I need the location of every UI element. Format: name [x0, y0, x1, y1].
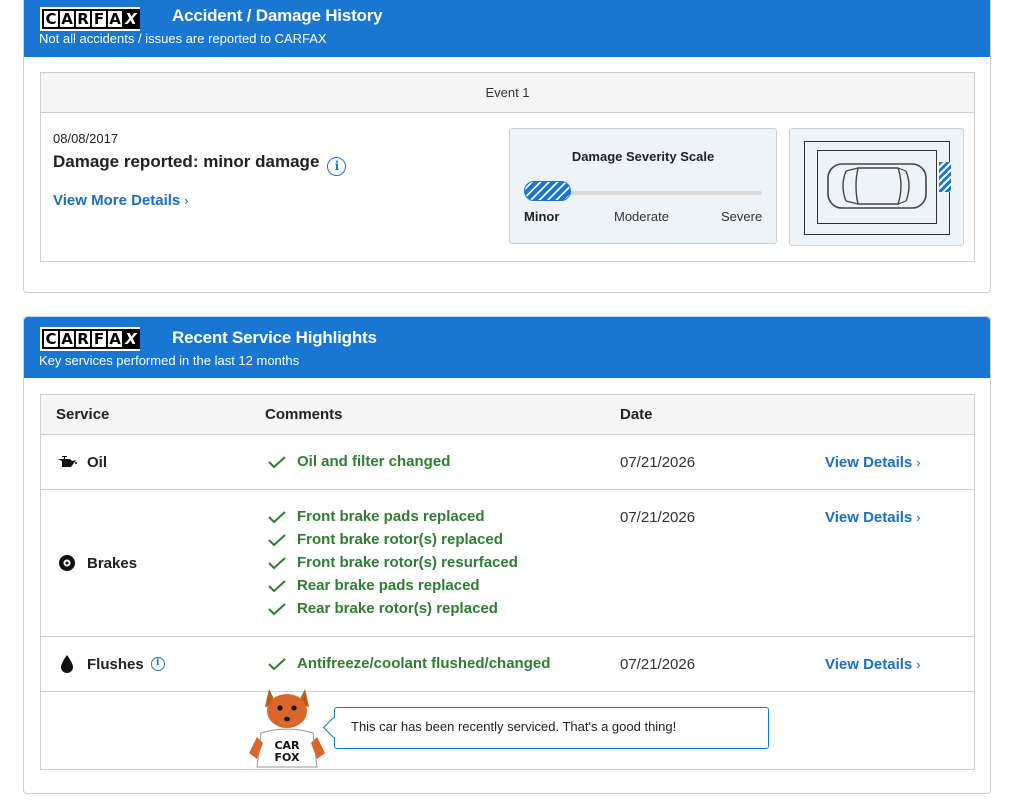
- comment-text: Antifreeze/coolant flushed/changed: [297, 655, 551, 672]
- accident-card-header: C A R F A X Accident / Damage History No…: [24, 0, 990, 57]
- fluid-drop-icon: [57, 654, 77, 674]
- comment-item: Front brake rotor(s) resurfaced: [267, 551, 518, 574]
- view-details-label: View Details: [825, 656, 913, 673]
- comment-item: Front brake rotor(s) replaced: [267, 528, 518, 551]
- comment-item: Rear brake rotor(s) replaced: [267, 597, 518, 620]
- chevron-right-icon: ›: [916, 455, 921, 470]
- logo-letter: X: [122, 9, 140, 29]
- chevron-right-icon: ›: [916, 657, 921, 672]
- service-cell: Brakes: [57, 553, 137, 573]
- diagram-outer-frame: [804, 141, 951, 235]
- service-highlights-card: C A R F A X Recent Service Highlights Ke…: [23, 316, 991, 794]
- accident-subtitle: Not all accidents / issues are reported …: [39, 31, 327, 46]
- accident-damage-card: C A R F A X Accident / Damage History No…: [23, 0, 991, 293]
- service-subtitle: Key services performed in the last 12 mo…: [39, 353, 300, 368]
- comment-text: Oil and filter changed: [297, 453, 451, 470]
- severity-label-moderate: Moderate: [614, 209, 669, 224]
- table-header: Service Comments Date: [41, 395, 974, 435]
- service-card-header: C A R F A X Recent Service Highlights Ke…: [24, 317, 990, 378]
- view-details-link[interactable]: View Details ›: [825, 509, 921, 526]
- damage-severity-scale: Damage Severity Scale Minor Moderate Sev…: [509, 128, 777, 244]
- damage-location-diagram: [789, 128, 964, 246]
- car-top-view-icon: [827, 163, 927, 209]
- comments-cell: Antifreeze/coolant flushed/changed: [267, 652, 550, 675]
- oil-can-icon: [57, 452, 77, 472]
- comment-text: Front brake pads replaced: [297, 508, 485, 525]
- comments-cell: Oil and filter changed: [267, 450, 450, 473]
- check-icon: [268, 533, 286, 546]
- service-table: Service Comments Date Oil Oil and filter…: [40, 394, 975, 770]
- comments-cell: Front brake pads replaced Front brake ro…: [267, 505, 518, 620]
- check-icon: [268, 556, 286, 569]
- severity-label-minor: Minor: [524, 209, 560, 224]
- view-more-details-label: View More Details: [53, 192, 181, 209]
- check-icon: [268, 602, 286, 615]
- view-details-label: View Details: [825, 509, 913, 526]
- info-icon[interactable]: i: [150, 657, 165, 671]
- service-name: Flushes: [87, 655, 144, 673]
- info-icon[interactable]: i: [327, 157, 347, 176]
- logo-letter: X: [122, 329, 140, 349]
- comment-item: Oil and filter changed: [267, 450, 450, 473]
- comment-item: Antifreeze/coolant flushed/changed: [267, 652, 550, 675]
- service-cell: Flushes i: [57, 654, 165, 674]
- accident-title: Accident / Damage History: [172, 6, 383, 25]
- event-date: 08/08/2017: [53, 131, 119, 146]
- damage-area-marker: [939, 162, 951, 192]
- diagram-inner-frame: [817, 150, 937, 224]
- comment-item: Front brake pads replaced: [267, 505, 518, 528]
- comment-text: Front brake rotor(s) replaced: [297, 531, 503, 548]
- carfax-logo: C A R F A X: [40, 7, 140, 31]
- severity-title: Damage Severity Scale: [571, 149, 715, 164]
- carfox-mascot-icon: CAR FOX: [249, 689, 325, 768]
- chevron-right-icon: ›: [184, 193, 189, 208]
- comment-text: Rear brake rotor(s) replaced: [297, 600, 498, 617]
- carfox-speech-bubble: This car has been recently serviced. Tha…: [334, 707, 769, 749]
- check-icon: [268, 510, 286, 523]
- fox-badge-line2: FOX: [275, 751, 300, 764]
- service-cell: Oil: [57, 452, 107, 472]
- check-icon: [268, 579, 286, 592]
- service-date: 07/21/2026: [620, 454, 696, 471]
- service-name: Oil: [87, 453, 108, 471]
- table-row: Flushes i Antifreeze/coolant flushed/cha…: [41, 637, 974, 692]
- view-details-label: View Details: [825, 454, 913, 471]
- column-comments: Comments: [265, 406, 343, 423]
- event-label: Event 1: [41, 73, 974, 113]
- comment-text: Front brake rotor(s) resurfaced: [297, 554, 518, 571]
- table-row: Brakes Front brake pads replaced Front b…: [41, 490, 974, 637]
- column-service: Service: [56, 406, 110, 423]
- service-title: Recent Service Highlights: [172, 328, 377, 347]
- event-panel: Event 1 08/08/2017 Damage reported: mino…: [40, 72, 975, 262]
- view-details-link[interactable]: View Details ›: [825, 454, 921, 471]
- check-icon: [268, 455, 286, 468]
- event-summary: Damage reported: minor damage i: [53, 152, 347, 176]
- table-row: Oil Oil and filter changed 07/21/2026 Vi…: [41, 435, 974, 490]
- severity-fill: [524, 181, 571, 201]
- comment-text: Rear brake pads replaced: [297, 577, 480, 594]
- view-details-link[interactable]: View Details ›: [825, 656, 921, 673]
- service-date: 07/21/2026: [620, 656, 696, 673]
- column-date: Date: [620, 406, 653, 423]
- view-more-details-link[interactable]: View More Details ›: [53, 192, 189, 209]
- comment-item: Rear brake pads replaced: [267, 574, 518, 597]
- severity-label-severe: Severe: [721, 209, 763, 224]
- service-date: 07/21/2026: [620, 509, 696, 526]
- brake-disc-icon: [57, 553, 77, 573]
- carfax-logo: C A R F A X: [40, 327, 140, 351]
- event-summary-text: Damage reported: minor damage: [53, 152, 320, 171]
- check-icon: [268, 657, 286, 670]
- chevron-right-icon: ›: [916, 510, 921, 525]
- service-name: Brakes: [87, 554, 138, 572]
